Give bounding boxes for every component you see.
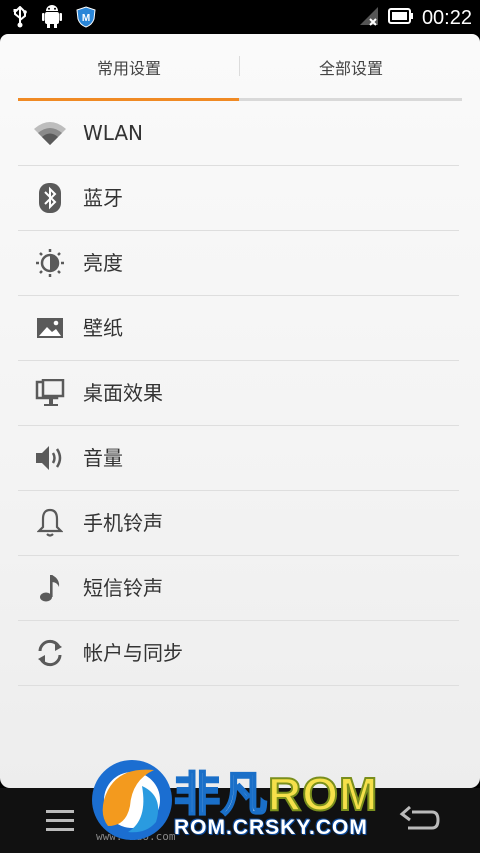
android-debug-icon — [42, 5, 62, 33]
watermark-site: ROM.CRSKY.COM — [174, 816, 368, 839]
battery-icon — [387, 8, 414, 28]
tab-bar: 常用设置 全部设置 — [18, 34, 462, 100]
settings-list: WLAN 蓝牙 亮度 壁纸 桌面效果 音量 手机铃声 短信铃声 帐户与同步 — [18, 101, 459, 686]
volume-icon — [32, 441, 68, 475]
music-note-icon — [32, 571, 68, 605]
watermark-logo: 非凡ROM ROM.CRSKY.COM — [84, 740, 404, 850]
security-shield-icon: M — [76, 6, 96, 32]
settings-item-label: 音量 — [83, 446, 123, 470]
tab-common-settings[interactable]: 常用设置 — [18, 34, 240, 100]
quick-settings-panel: 常用设置 全部设置 WLAN 蓝牙 亮度 壁纸 桌面效果 音量 手机铃声 短信铃… — [0, 34, 480, 788]
brightness-icon — [32, 246, 68, 280]
settings-item-label: 桌面效果 — [83, 381, 163, 405]
bell-icon — [32, 506, 68, 540]
bluetooth-icon — [32, 181, 68, 215]
settings-item-label: 壁纸 — [83, 316, 123, 340]
usb-icon — [12, 5, 28, 32]
settings-item-label: 帐户与同步 — [83, 641, 183, 665]
watermark-brand-rom: ROM — [267, 767, 379, 821]
settings-item-wlan[interactable]: WLAN — [18, 101, 459, 166]
settings-item-brightness[interactable]: 亮度 — [18, 231, 459, 296]
signal-icon — [358, 5, 380, 31]
settings-item-wallpaper[interactable]: 壁纸 — [18, 296, 459, 361]
settings-item-label: 亮度 — [83, 251, 123, 275]
watermark-brand-cn: 非凡 — [173, 767, 268, 821]
back-icon[interactable] — [398, 804, 442, 838]
watermark-brand: 非凡ROM — [173, 758, 379, 824]
settings-item-volume[interactable]: 音量 — [18, 426, 459, 491]
settings-item-label: 手机铃声 — [83, 511, 163, 535]
wallpaper-icon — [32, 311, 68, 345]
tab-divider — [239, 56, 240, 76]
watermark-swirl-icon — [84, 746, 180, 853]
sync-icon — [32, 636, 68, 670]
settings-item-account-sync[interactable]: 帐户与同步 — [18, 621, 459, 686]
wifi-icon — [32, 116, 68, 150]
settings-item-label: 蓝牙 — [83, 186, 123, 210]
menu-icon[interactable] — [40, 806, 80, 836]
settings-item-ringtone[interactable]: 手机铃声 — [18, 491, 459, 556]
settings-item-bluetooth[interactable]: 蓝牙 — [18, 166, 459, 231]
settings-item-sms-tone[interactable]: 短信铃声 — [18, 556, 459, 621]
tab-all-settings[interactable]: 全部设置 — [240, 34, 462, 100]
settings-item-label: WLAN — [83, 121, 144, 145]
svg-text:M: M — [82, 13, 90, 24]
status-bar: M 00:22 — [0, 0, 480, 34]
status-clock: 00:22 — [421, 6, 472, 29]
desktop-effect-icon — [32, 376, 68, 410]
settings-item-desktop-effect[interactable]: 桌面效果 — [18, 361, 459, 426]
settings-item-label: 短信铃声 — [83, 576, 163, 600]
